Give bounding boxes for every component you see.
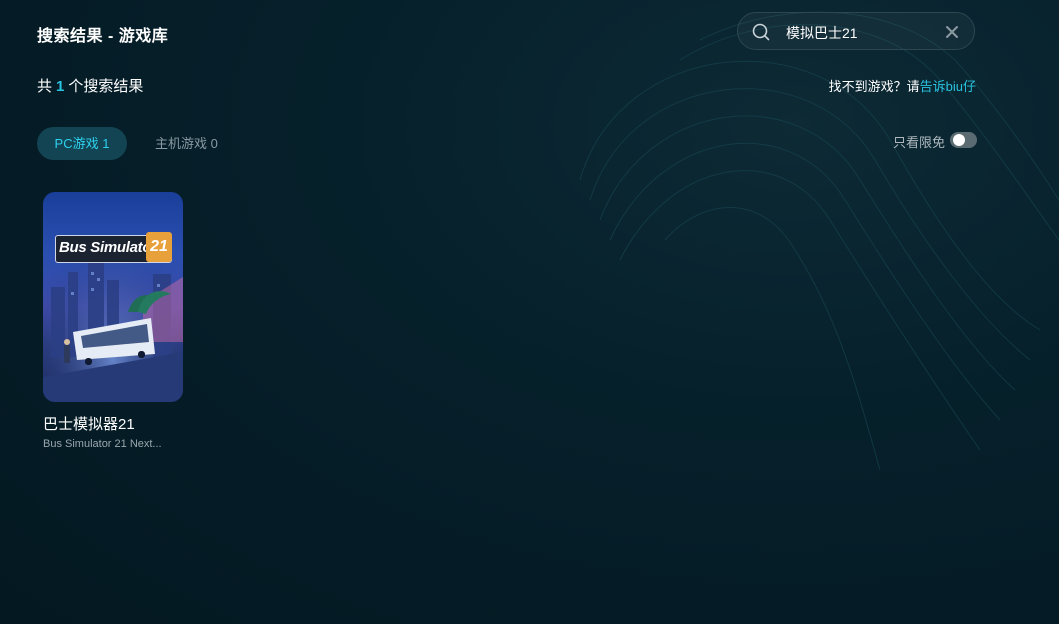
cover-logo-text: Bus Simulator [59, 239, 157, 256]
search-input[interactable]: 模拟巴士21 [786, 23, 858, 43]
search-box[interactable]: 模拟巴士21 [737, 12, 975, 50]
cover-logo-number: 21 [146, 232, 172, 262]
result-count: 共 1 个搜索结果 [37, 75, 143, 96]
background-decoration [579, 11, 1059, 471]
free-only-toggle[interactable] [950, 132, 977, 148]
game-cover-image: Bus Simulator 21 [43, 192, 183, 402]
help-text: 找不到游戏？请 [828, 79, 920, 94]
result-count-suffix: 个搜索结果 [68, 78, 144, 95]
free-only-label: 只看限免 [892, 135, 945, 150]
tab-console-games[interactable]: 主机游戏 0 [155, 127, 218, 160]
help-prompt: 找不到游戏？请告诉biu仔 [829, 76, 976, 95]
feedback-link[interactable]: 告诉biu仔 [920, 79, 976, 94]
result-count-prefix: 共 [37, 78, 53, 95]
result-count-number: 1 [56, 78, 65, 95]
search-icon [752, 23, 770, 41]
game-subtitle: Bus Simulator 21 Next... [43, 438, 162, 450]
tab-pc-games[interactable]: PC游戏 1 [37, 127, 127, 160]
cover-illustration [43, 192, 183, 402]
game-title: 巴士模拟器21 [43, 416, 135, 433]
clear-icon[interactable] [945, 25, 959, 39]
game-card[interactable]: Bus Simulator 21 巴士模拟器21 Bus Simulator 2… [43, 192, 183, 450]
toggle-knob [953, 134, 965, 146]
page-title: 搜索结果 - 游戏库 [37, 28, 169, 45]
